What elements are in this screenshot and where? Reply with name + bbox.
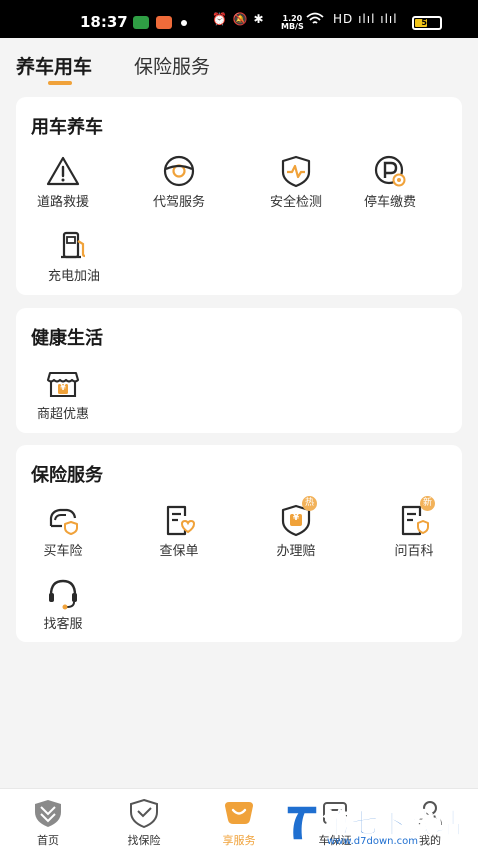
check-policy-label: 查保单 bbox=[159, 544, 199, 559]
battery-icon: 52 bbox=[412, 16, 442, 30]
warning-triangle-icon bbox=[45, 153, 81, 189]
health-life-card: 健康生活 ¥ 商超优惠 bbox=[16, 308, 462, 433]
encyclopedia-icon: 新 bbox=[396, 496, 435, 538]
supermarket-deals-item[interactable]: ¥ 商超优惠 bbox=[15, 365, 111, 422]
steering-wheel-icon bbox=[161, 153, 197, 189]
road-rescue-label: 道路救援 bbox=[36, 195, 89, 210]
service-smile-icon bbox=[222, 798, 256, 828]
store-yuan-glyph: ¥ bbox=[60, 383, 66, 392]
hot-badge: 热 bbox=[302, 496, 317, 511]
new-badge: 新 bbox=[420, 496, 435, 511]
car-care-card: 用车养车 道路救援 代驾服务 安全检测 停车缴费 充电加油 bbox=[16, 97, 462, 295]
car-care-title: 用车养车 bbox=[31, 117, 103, 138]
claim-yuan-glyph: ¥ bbox=[292, 513, 300, 523]
insurance-shield-icon bbox=[127, 798, 161, 829]
home-shield-icon bbox=[31, 798, 65, 828]
nav-home-label: 首页 bbox=[37, 834, 59, 847]
active-tab-indicator bbox=[48, 81, 72, 85]
nav-services[interactable]: 享服务 bbox=[191, 789, 287, 850]
designated-driver-label: 代驾服务 bbox=[152, 195, 205, 210]
top-tab-bar: 养车用车 保险服务 bbox=[0, 38, 478, 90]
parking-payment-item[interactable]: 停车缴费 bbox=[342, 153, 438, 210]
network-speed: 1.20 MB/S bbox=[281, 15, 304, 31]
supermarket-deals-label: 商超优惠 bbox=[36, 407, 89, 422]
watermark-logo-icon bbox=[283, 802, 321, 844]
wechat-notification-icon bbox=[133, 16, 149, 29]
nav-services-label: 享服务 bbox=[222, 834, 256, 847]
customer-service-label: 找客服 bbox=[43, 617, 83, 632]
network-speed-unit: MB/S bbox=[281, 22, 304, 31]
headset-icon bbox=[45, 575, 81, 611]
charge-refuel-label: 充电加油 bbox=[47, 269, 100, 284]
watermark-url: www.d7down.com bbox=[327, 836, 419, 847]
nav-home[interactable]: 首页 bbox=[0, 789, 96, 850]
customer-service-item[interactable]: 找客服 bbox=[15, 575, 111, 632]
wifi-icon bbox=[306, 12, 324, 29]
insurance-services-title: 保险服务 bbox=[31, 465, 103, 486]
file-claim-label: 办理赔 bbox=[276, 544, 316, 559]
app-notification-icon bbox=[156, 16, 172, 29]
safety-check-item[interactable]: 安全检测 bbox=[248, 153, 344, 210]
claim-shield-icon: ¥ 热 bbox=[278, 496, 317, 538]
battery-level: 52 bbox=[421, 18, 433, 27]
buy-car-insurance-label: 买车险 bbox=[43, 544, 83, 559]
status-bar: 18:37 ⏰ 🔕 ✱ 1.20 MB/S HD ılıl ılıl 52 bbox=[0, 0, 478, 38]
nav-find-insurance[interactable]: 找保险 bbox=[96, 789, 192, 850]
parking-icon bbox=[372, 153, 408, 189]
tab-insurance-services[interactable]: 保险服务 bbox=[134, 52, 210, 79]
watermark: 第七下载站 www.d7down.com bbox=[283, 800, 478, 850]
parking-payment-label: 停车缴费 bbox=[363, 195, 416, 210]
policy-document-icon bbox=[161, 502, 197, 538]
safety-check-label: 安全检测 bbox=[269, 195, 322, 210]
health-life-title: 健康生活 bbox=[31, 328, 103, 349]
car-shield-icon bbox=[45, 502, 81, 538]
cellular-signal: HD ılıl ılıl bbox=[333, 12, 398, 26]
charge-refuel-item[interactable]: 充电加油 bbox=[26, 227, 122, 284]
nav-find-insurance-label: 找保险 bbox=[127, 834, 161, 847]
notification-dot-icon bbox=[181, 20, 187, 26]
insurance-services-card: 保险服务 买车险 查保单 ¥ 热 办理赔 新 问百科 找客服 bbox=[16, 445, 462, 642]
buy-car-insurance-item[interactable]: 买车险 bbox=[15, 502, 111, 559]
designated-driver-item[interactable]: 代驾服务 bbox=[131, 153, 227, 210]
store-icon: ¥ bbox=[45, 365, 81, 401]
status-time: 18:37 bbox=[80, 13, 128, 31]
shield-pulse-icon bbox=[278, 153, 314, 189]
road-rescue-item[interactable]: 道路救援 bbox=[15, 153, 111, 210]
insurance-wiki-item[interactable]: 新 问百科 bbox=[366, 496, 462, 559]
check-policy-item[interactable]: 查保单 bbox=[131, 502, 227, 559]
fuel-pump-icon bbox=[56, 227, 92, 263]
insurance-wiki-label: 问百科 bbox=[394, 544, 434, 559]
system-status-icons: ⏰ 🔕 ✱ bbox=[212, 12, 265, 26]
tab-car-care[interactable]: 养车用车 bbox=[16, 52, 92, 79]
file-claim-item[interactable]: ¥ 热 办理赔 bbox=[248, 496, 344, 559]
